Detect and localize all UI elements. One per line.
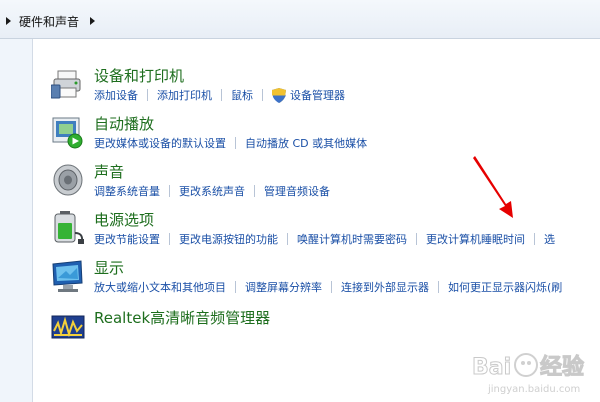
link-separator [254,185,255,197]
link-separator [235,281,236,293]
link-require-password-wakeup[interactable]: 唤醒计算机时需要密码 [297,231,407,247]
link-change-power-buttons[interactable]: 更改电源按钮的功能 [179,231,278,247]
link-device-manager[interactable]: 设备管理器 [290,87,345,103]
links-devices-printers: 添加设备 添加打印机 鼠标 设备管理器 [94,87,345,103]
link-separator [221,89,222,101]
link-separator [169,185,170,197]
link-separator [287,233,288,245]
link-manage-audio-devices[interactable]: 管理音频设备 [264,183,330,199]
speaker-icon[interactable] [51,163,85,197]
links-sound: 调整系统音量 更改系统声音 管理音频设备 [94,183,330,199]
link-add-device[interactable]: 添加设备 [94,87,138,103]
link-truncated-power[interactable]: 选 [544,231,555,247]
left-pane [0,39,33,402]
link-separator [235,137,236,149]
link-change-system-sounds[interactable]: 更改系统声音 [179,183,245,199]
link-change-sleep-time[interactable]: 更改计算机睡眠时间 [426,231,525,247]
link-connect-external-display[interactable]: 连接到外部显示器 [341,279,429,295]
link-change-media-defaults[interactable]: 更改媒体或设备的默认设置 [94,135,226,151]
autoplay-icon[interactable] [51,115,85,149]
svg-text:经验: 经验 [540,354,584,380]
link-separator [438,281,439,293]
link-separator [534,233,535,245]
category-title-devices-printers[interactable]: 设备和打印机 [94,65,184,86]
link-separator [262,89,263,101]
category-title-realtek[interactable]: Realtek高清晰音频管理器 [94,307,270,328]
link-separator [416,233,417,245]
link-adjust-resolution[interactable]: 调整屏幕分辨率 [245,279,322,295]
category-title-sound[interactable]: 声音 [94,161,124,182]
link-resize-text[interactable]: 放大或缩小文本和其他项目 [94,279,226,295]
breadcrumb-item-hardware-sound[interactable]: 硬件和声音 [19,13,79,30]
printer-icon[interactable] [51,67,85,101]
link-change-power-saving[interactable]: 更改节能设置 [94,231,160,247]
category-devices-printers: 设备和打印机 添加设备 添加打印机 鼠标 设备管理器 [33,65,600,113]
links-power-options: 更改节能设置 更改电源按钮的功能 唤醒计算机时需要密码 更改计算机睡眠时间 选 [94,231,555,247]
chevron-right-icon[interactable] [6,17,11,25]
link-mouse[interactable]: 鼠标 [231,87,253,103]
link-autoplay-cd[interactable]: 自动播放 CD 或其他媒体 [245,135,367,151]
link-add-printer[interactable]: 添加打印机 [157,87,212,103]
category-title-display[interactable]: 显示 [94,257,124,278]
annotation-arrow-icon [473,156,513,218]
link-separator [147,89,148,101]
link-separator [331,281,332,293]
links-display: 放大或缩小文本和其他项目 调整屏幕分辨率 连接到外部显示器 如何更正显示器闪烁(… [94,279,562,295]
realtek-audio-icon[interactable] [51,309,85,343]
battery-icon[interactable] [51,211,85,245]
baidu-watermark-logo: Bai 经验 jingyan.baidu.com [472,353,585,395]
category-display: 显示 放大或缩小文本和其他项目 调整屏幕分辨率 连接到外部显示器 如何更正显示器… [33,257,600,305]
link-adjust-volume[interactable]: 调整系统音量 [94,183,160,199]
shield-icon [272,87,286,103]
breadcrumb: 硬件和声音 [0,0,600,39]
link-separator [169,233,170,245]
links-autoplay: 更改媒体或设备的默认设置 自动播放 CD 或其他媒体 [94,135,367,151]
chevron-right-icon[interactable] [90,17,95,25]
svg-text:jingyan.baidu.com: jingyan.baidu.com [487,384,580,395]
svg-text:Bai: Bai [472,355,511,380]
category-title-power-options[interactable]: 电源选项 [94,209,154,230]
category-title-autoplay[interactable]: 自动播放 [94,113,154,134]
monitor-icon[interactable] [51,259,85,293]
link-fix-flicker[interactable]: 如何更正显示器闪烁(刷 [448,279,562,295]
